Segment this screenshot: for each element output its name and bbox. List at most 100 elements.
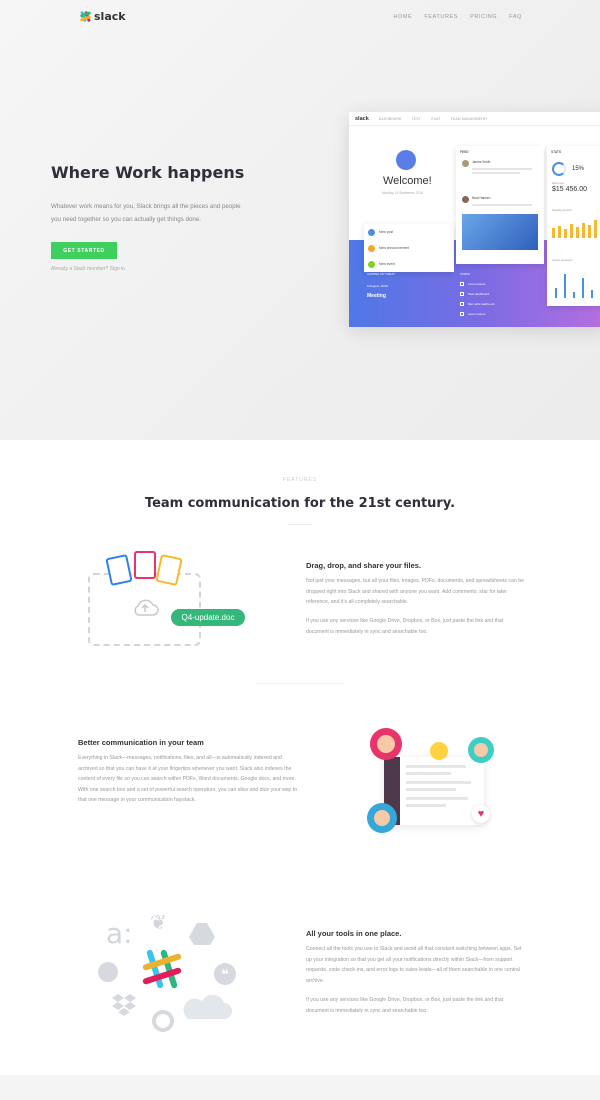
brand-name: slack: [94, 10, 126, 23]
soundcloud-icon: [180, 994, 232, 1021]
avatar-girl-icon: [468, 737, 494, 763]
text-line: [472, 204, 532, 206]
text-line: [406, 788, 456, 791]
text-line: [406, 797, 468, 800]
plus-icon: [368, 260, 375, 268]
avatar: [462, 196, 469, 203]
apple-icon: [396, 150, 416, 170]
avatar-woman-icon: [370, 728, 402, 760]
text-line: [406, 804, 446, 807]
avatar-man-icon: [367, 803, 397, 833]
weekly-growth-chart: [552, 218, 600, 238]
dashboard-tab: DASHBOARD: [378, 116, 402, 121]
nav-pricing[interactable]: PRICING: [470, 14, 497, 20]
divider: [288, 524, 312, 525]
feature-title: Better communication in your team: [78, 738, 204, 747]
earnings-label: Earnings: [552, 181, 564, 185]
features-title: Team communication for the 21st century.: [144, 496, 456, 511]
main-nav: HOME FEATURES PRICING FAQ: [393, 14, 522, 20]
task-item: Mer turtle sadhe est: [460, 302, 495, 306]
quick-action: New announcement: [364, 240, 454, 256]
quick-action: New post: [364, 224, 454, 240]
cloud-upload-icon: [134, 599, 159, 616]
dropbox-icon: [111, 992, 137, 1018]
quote-icon: ❝: [214, 963, 236, 985]
dashboard-topbar: slack DASHBOARD TEST CHAT TEAM MANAGEMEN…: [349, 112, 600, 126]
feature-text: Connect all the tools you use to Slack a…: [306, 946, 522, 984]
quick-action-label: New event: [379, 262, 396, 266]
features-kicker: FEATURES: [282, 477, 318, 483]
nav-faq[interactable]: FAQ: [509, 14, 522, 20]
stats-card: STATS 15% Earnings $15 456.00 Weekly gro…: [547, 146, 600, 306]
feature-text: If you use any services like Google Driv…: [306, 997, 504, 1014]
tasks-label: TASKS: [460, 272, 470, 276]
meeting-title: Meeting: [367, 293, 386, 299]
quick-action-label: New post: [379, 230, 394, 234]
hero-subtitle: Whatever work means for you, Slack bring…: [51, 203, 241, 223]
nav-home[interactable]: HOME: [393, 14, 412, 20]
footer-band: [0, 1075, 600, 1100]
checkbox-icon: [460, 282, 464, 286]
avatar: [462, 160, 469, 167]
feed-title: FEED: [460, 150, 469, 154]
stats-title: STATS: [551, 150, 561, 154]
text-line: [406, 765, 466, 768]
dashboard-tab: TEST: [411, 116, 422, 121]
slack-hash-icon: [140, 947, 184, 991]
progress-ring: [552, 162, 566, 176]
hero-title: Where Work happens: [51, 163, 245, 182]
emoji-icon: [430, 742, 448, 760]
feature-text: Not just your messages, but all your fil…: [306, 578, 524, 605]
divider: [255, 683, 345, 684]
earnings-value: $15 456.00: [552, 186, 588, 193]
dashboard-logo: slack: [355, 115, 369, 122]
feature-text: If you use any services like Google Driv…: [306, 618, 504, 635]
text-line: [472, 168, 532, 170]
google-drive-icon: [188, 922, 216, 946]
active-sessions-label: Active sessions: [552, 258, 573, 262]
plus-icon: [368, 228, 375, 236]
task-item: Lorem ipsum: [460, 312, 485, 316]
hero-section: slack HOME FEATURES PRICING FAQ Where Wo…: [0, 0, 600, 440]
task-item: Task dashboard: [460, 292, 489, 296]
text-line: [406, 781, 471, 784]
feed-user: Nina Hansen: [472, 196, 491, 200]
heart-icon: ♥: [472, 805, 490, 823]
feature-title: Drag, drop, and share your files.: [306, 561, 422, 570]
nav-features[interactable]: FEATURES: [424, 14, 458, 20]
github-icon: [98, 962, 118, 982]
text-line: [472, 172, 520, 174]
checkbox-icon: [460, 292, 464, 296]
brand-logo[interactable]: slack: [79, 10, 126, 23]
plus-icon: [368, 244, 375, 252]
document-icon: [105, 554, 133, 586]
feature-title: All your tools in one place.: [306, 929, 402, 938]
file-pill: Q4-update.doc: [171, 609, 245, 626]
welcome-text: Welcome!: [383, 175, 432, 187]
sign-in-link[interactable]: Already a Slack member? Sign in: [51, 266, 125, 272]
task-item: Lorem ipsum: [460, 282, 485, 286]
feed-photo: [462, 214, 538, 250]
quick-actions-card: New post New announcement New event: [364, 224, 454, 272]
active-sessions-chart: [555, 268, 600, 298]
get-started-button[interactable]: GET STARTED: [51, 242, 117, 259]
app-a-icon: a:: [106, 917, 133, 950]
checkbox-icon: [460, 302, 464, 306]
welcome-date: Monday, 16 September 2016: [382, 191, 423, 195]
quick-action: New event: [364, 256, 454, 272]
text-line: [406, 772, 451, 775]
dashboard-tab: TEAM MANAGEMENT: [450, 116, 488, 121]
quick-action-label: New announcement: [379, 246, 410, 250]
stats-percent: 15%: [572, 166, 585, 172]
slack-logo-icon: [79, 10, 92, 23]
twitter-icon: ❦: [150, 912, 167, 934]
dashboard-mockup: slack DASHBOARD TEST CHAT TEAM MANAGEMEN…: [349, 112, 600, 327]
chat-window-illustration: [384, 757, 484, 825]
feed-user: James Smith: [472, 160, 491, 164]
weekly-growth-label: Weekly growth: [552, 208, 572, 212]
spinner-icon: [152, 1010, 174, 1032]
feed-card: FEED James Smith Nina Hansen: [456, 146, 544, 264]
meeting-time: 9 August, 19:00: [367, 284, 388, 288]
feature-text: Everything in Slack—messages, notificati…: [78, 755, 298, 803]
coming-up-label: COMING UP TODAY: [367, 272, 396, 276]
